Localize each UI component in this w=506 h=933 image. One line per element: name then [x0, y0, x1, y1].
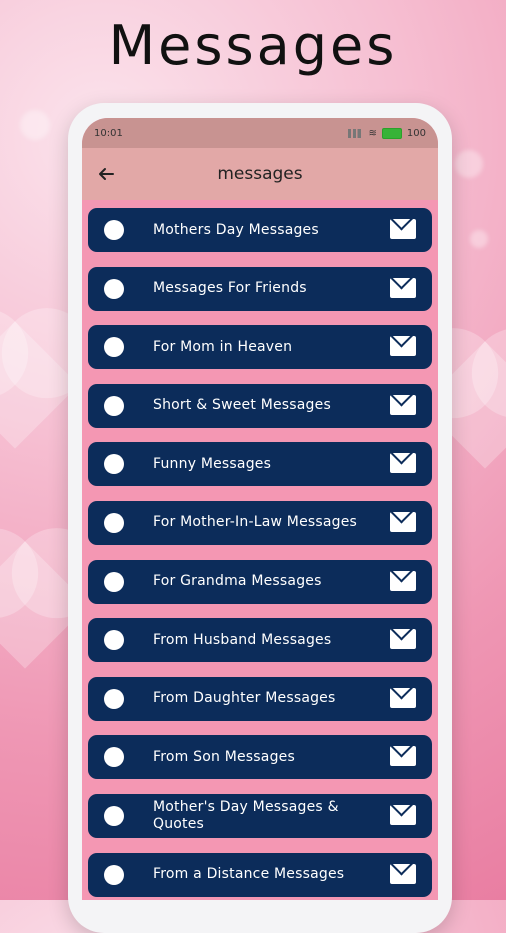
- background-heart: [0, 321, 79, 449]
- item-label: Mother's Day Messages & Quotes: [153, 798, 339, 832]
- status-icons: ≋ 100: [347, 127, 426, 139]
- item-label: For Mother-In-Law Messages: [153, 514, 358, 531]
- list-item[interactable]: From a Distance Messages: [88, 852, 432, 897]
- radio-icon[interactable]: [104, 220, 124, 240]
- status-time: 10:01: [94, 127, 123, 139]
- status-bar: 10:01 ≋ 100: [82, 118, 438, 148]
- mail-icon[interactable]: [390, 453, 416, 474]
- list-item[interactable]: For Mom in Heaven: [88, 325, 432, 370]
- radio-icon[interactable]: [104, 337, 124, 358]
- mail-icon[interactable]: [390, 804, 416, 825]
- background-bokeh: [455, 150, 483, 178]
- app-title: messages: [217, 164, 303, 184]
- item-label: Short & Sweet Messages: [153, 397, 331, 414]
- mail-icon[interactable]: [390, 336, 416, 357]
- signal-icon: [347, 128, 364, 138]
- battery-icon: [381, 127, 402, 139]
- battery-percent: 100: [406, 127, 426, 139]
- mail-icon[interactable]: [390, 219, 416, 239]
- mail-icon[interactable]: [390, 629, 416, 650]
- radio-icon[interactable]: [104, 805, 124, 826]
- radio-icon[interactable]: [104, 630, 124, 651]
- background-bokeh: [20, 110, 50, 140]
- radio-icon[interactable]: [104, 278, 124, 299]
- item-label: From Daughter Messages: [153, 690, 336, 707]
- list-item[interactable]: Mothers Day Messages: [88, 208, 432, 252]
- phone-screen: 10:01 ≋ 100 messages Mothers Day Message…: [82, 118, 438, 900]
- list-item[interactable]: From Son Messages: [88, 735, 432, 780]
- radio-icon[interactable]: [104, 395, 124, 416]
- list-item[interactable]: From Husband Messages: [88, 618, 432, 663]
- mail-icon[interactable]: [390, 277, 416, 298]
- radio-icon[interactable]: [104, 864, 124, 885]
- list-item[interactable]: Short & Sweet Messages: [88, 383, 432, 428]
- item-label: For Grandma Messages: [153, 573, 322, 590]
- radio-icon[interactable]: [104, 454, 124, 475]
- radio-icon[interactable]: [104, 512, 124, 533]
- banner-title: Messages: [108, 14, 398, 77]
- mail-icon[interactable]: [390, 746, 416, 767]
- background-bokeh: [470, 230, 488, 248]
- item-label: Mothers Day Messages: [153, 221, 319, 238]
- mail-icon[interactable]: [390, 511, 416, 532]
- list-item[interactable]: For Grandma Messages: [88, 559, 432, 604]
- radio-icon[interactable]: [104, 688, 124, 709]
- item-label: From Husband Messages: [153, 631, 332, 648]
- mail-icon[interactable]: [390, 394, 416, 415]
- mail-icon[interactable]: [390, 570, 416, 591]
- message-category-list: Mothers Day Messages Messages For Friend…: [82, 200, 438, 897]
- item-label: Messages For Friends: [153, 280, 307, 297]
- item-label: From Son Messages: [153, 748, 295, 765]
- mail-icon[interactable]: [390, 863, 416, 884]
- item-label: Funny Messages: [153, 455, 272, 472]
- back-arrow-icon[interactable]: [96, 164, 116, 184]
- list-item[interactable]: From Daughter Messages: [88, 676, 432, 721]
- wifi-icon: ≋: [368, 127, 377, 139]
- radio-icon[interactable]: [104, 571, 124, 592]
- list-item[interactable]: Messages For Friends: [88, 266, 432, 311]
- mail-icon[interactable]: [390, 687, 416, 708]
- list-item[interactable]: For Mother-In-Law Messages: [88, 500, 432, 545]
- list-item[interactable]: Funny Messages: [88, 442, 432, 487]
- list-item[interactable]: Mother's Day Messages & Quotes: [88, 793, 432, 838]
- item-label: From a Distance Messages: [153, 866, 345, 883]
- item-label: For Mom in Heaven: [153, 338, 293, 355]
- radio-icon[interactable]: [104, 747, 124, 768]
- app-bar: messages: [82, 148, 438, 200]
